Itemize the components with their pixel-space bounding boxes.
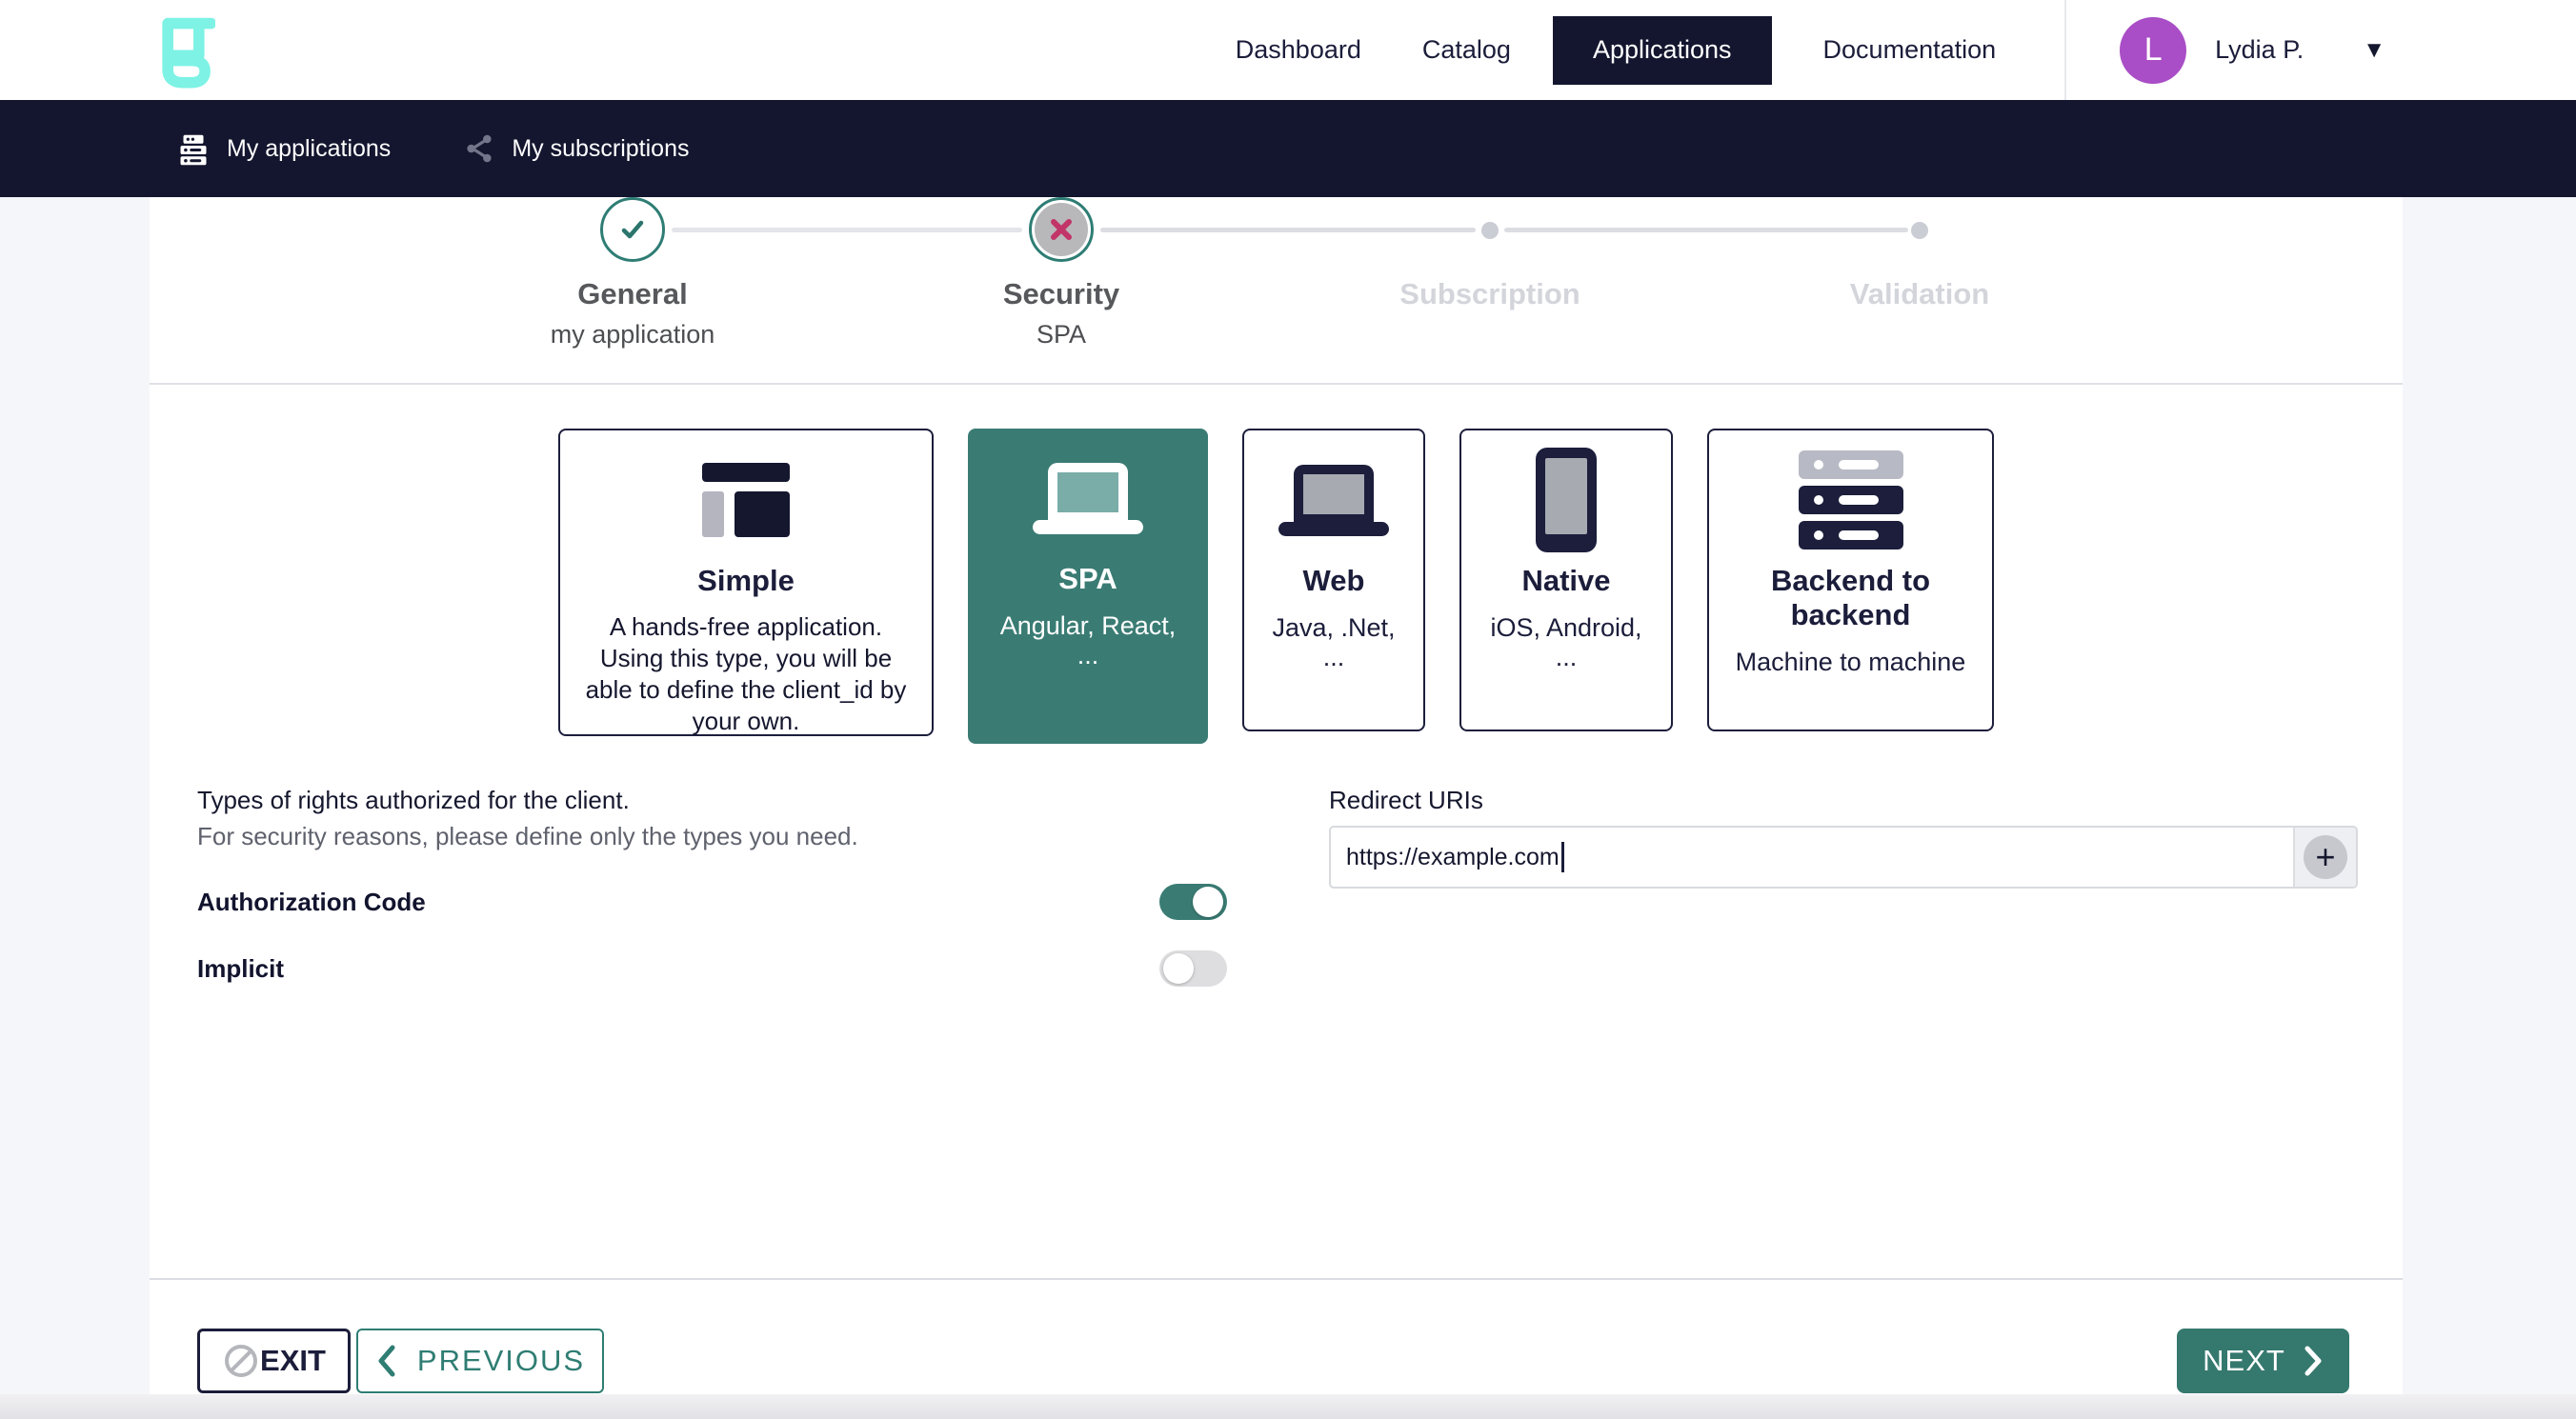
card-description: Java, .Net, ... <box>1263 613 1404 672</box>
card-web[interactable]: Web Java, .Net, ... <box>1242 429 1425 731</box>
nav-item-documentation[interactable]: Documentation <box>1814 0 2006 100</box>
subnav-label: My applications <box>227 135 391 163</box>
wizard-stepper: General my application Security <box>150 197 2403 385</box>
laptop-icon <box>1033 463 1143 534</box>
header-divider <box>2064 0 2066 100</box>
secondary-nav: My applications My subscriptions <box>0 100 2576 197</box>
step-label: General <box>433 277 833 311</box>
step-sublabel: SPA <box>861 320 1261 350</box>
card-description: iOS, Android, ... <box>1480 613 1652 672</box>
redirect-uri-field: https://example.com + <box>1329 826 2358 889</box>
wizard-footer: EXIT PREVIOUS NEXT <box>150 1278 2403 1393</box>
step-sublabel: my application <box>433 320 833 350</box>
gravitee-logo-icon[interactable] <box>152 12 215 89</box>
redirect-uris-label: Redirect URIs <box>1329 786 2358 815</box>
redirect-uri-value: https://example.com <box>1346 844 1560 871</box>
next-label: NEXT <box>2203 1344 2285 1378</box>
smartphone-icon <box>1536 448 1597 552</box>
bottom-fade <box>0 1394 2576 1419</box>
application-creation-page: Dashboard Catalog Applications Documenta… <box>0 0 2576 1419</box>
grant-types-subtitle: For security reasons, please define only… <box>197 822 1227 851</box>
check-icon <box>614 211 651 248</box>
toggle-label: Authorization Code <box>197 888 426 917</box>
previous-button[interactable]: PREVIOUS <box>356 1329 604 1393</box>
avatar[interactable]: L <box>2120 17 2186 84</box>
text-cursor <box>1561 842 1564 872</box>
chevron-down-icon[interactable]: ▼ <box>2363 37 2385 64</box>
step-label: Subscription <box>1290 277 1690 311</box>
card-title: Web <box>1263 564 1404 598</box>
grant-types-title: Types of rights authorized for the clien… <box>197 786 1227 815</box>
main-nav: Dashboard Catalog Applications Documenta… <box>1226 0 2385 100</box>
step-validation[interactable]: Validation <box>1720 197 2120 311</box>
card-description: Machine to machine <box>1728 648 1973 677</box>
share-icon <box>465 133 495 164</box>
nav-item-applications[interactable]: Applications <box>1553 16 1772 85</box>
card-description: A hands-free application. Using this typ… <box>579 611 913 737</box>
card-title: Simple <box>579 564 913 598</box>
wizard-content: General my application Security <box>150 197 2403 1396</box>
subnav-item-my-subscriptions[interactable]: My subscriptions <box>465 133 689 164</box>
step-subscription[interactable]: Subscription <box>1290 197 1690 311</box>
step-label: Validation <box>1720 277 2120 311</box>
redirect-uris-section: Redirect URIs https://example.com + <box>1329 786 2358 889</box>
cross-icon <box>1045 213 1077 246</box>
toggle-label: Implicit <box>197 954 284 984</box>
step-completed-circle <box>600 197 665 262</box>
user-name[interactable]: Lydia P. <box>2215 35 2304 65</box>
nav-item-catalog[interactable]: Catalog <box>1413 0 1520 100</box>
add-uri-button[interactable]: + <box>2293 828 2356 887</box>
exit-label: EXIT <box>260 1344 326 1378</box>
laptop-icon <box>1278 465 1389 536</box>
grant-row-authorization-code: Authorization Code <box>197 882 1227 922</box>
card-native[interactable]: Native iOS, Android, ... <box>1459 429 1673 731</box>
card-spa-selected[interactable]: SPA Angular, React, ... <box>968 429 1208 744</box>
top-header: Dashboard Catalog Applications Documenta… <box>0 0 2576 100</box>
step-label: Security <box>861 277 1261 311</box>
card-title: SPA <box>987 562 1189 596</box>
previous-label: PREVIOUS <box>417 1344 585 1378</box>
chevron-right-icon <box>2303 1345 2324 1377</box>
application-type-cards: Simple A hands-free application. Using t… <box>150 429 2403 744</box>
applications-stack-icon <box>176 131 211 166</box>
step-general[interactable]: General my application <box>433 197 833 350</box>
step-invalid-circle <box>1029 197 1094 262</box>
nav-item-dashboard[interactable]: Dashboard <box>1226 0 1371 100</box>
step-security[interactable]: Security SPA <box>861 197 1261 350</box>
grant-types-section: Types of rights authorized for the clien… <box>197 786 1227 989</box>
plus-icon: + <box>2304 835 2347 879</box>
subnav-item-my-applications[interactable]: My applications <box>176 131 391 166</box>
subnav-label: My subscriptions <box>512 135 689 163</box>
card-backend-to-backend[interactable]: Backend to backend Machine to machine <box>1707 429 1994 731</box>
dashboard-icon <box>702 463 790 537</box>
card-title: Backend to backend <box>1728 564 1973 632</box>
card-description: Angular, React, ... <box>987 611 1189 670</box>
chevron-left-icon <box>375 1344 398 1378</box>
grant-row-implicit: Implicit <box>197 949 1227 989</box>
card-simple[interactable]: Simple A hands-free application. Using t… <box>558 429 934 736</box>
next-button[interactable]: NEXT <box>2177 1329 2349 1393</box>
block-icon <box>222 1342 260 1380</box>
redirect-uri-input[interactable]: https://example.com <box>1331 828 2293 887</box>
server-stack-icon <box>1799 450 1903 550</box>
exit-button[interactable]: EXIT <box>197 1329 351 1393</box>
implicit-toggle[interactable] <box>1159 950 1227 987</box>
step-dot <box>1911 222 1928 239</box>
step-dot <box>1481 222 1499 239</box>
card-title: Native <box>1480 564 1652 598</box>
authorization-code-toggle[interactable] <box>1159 884 1227 920</box>
